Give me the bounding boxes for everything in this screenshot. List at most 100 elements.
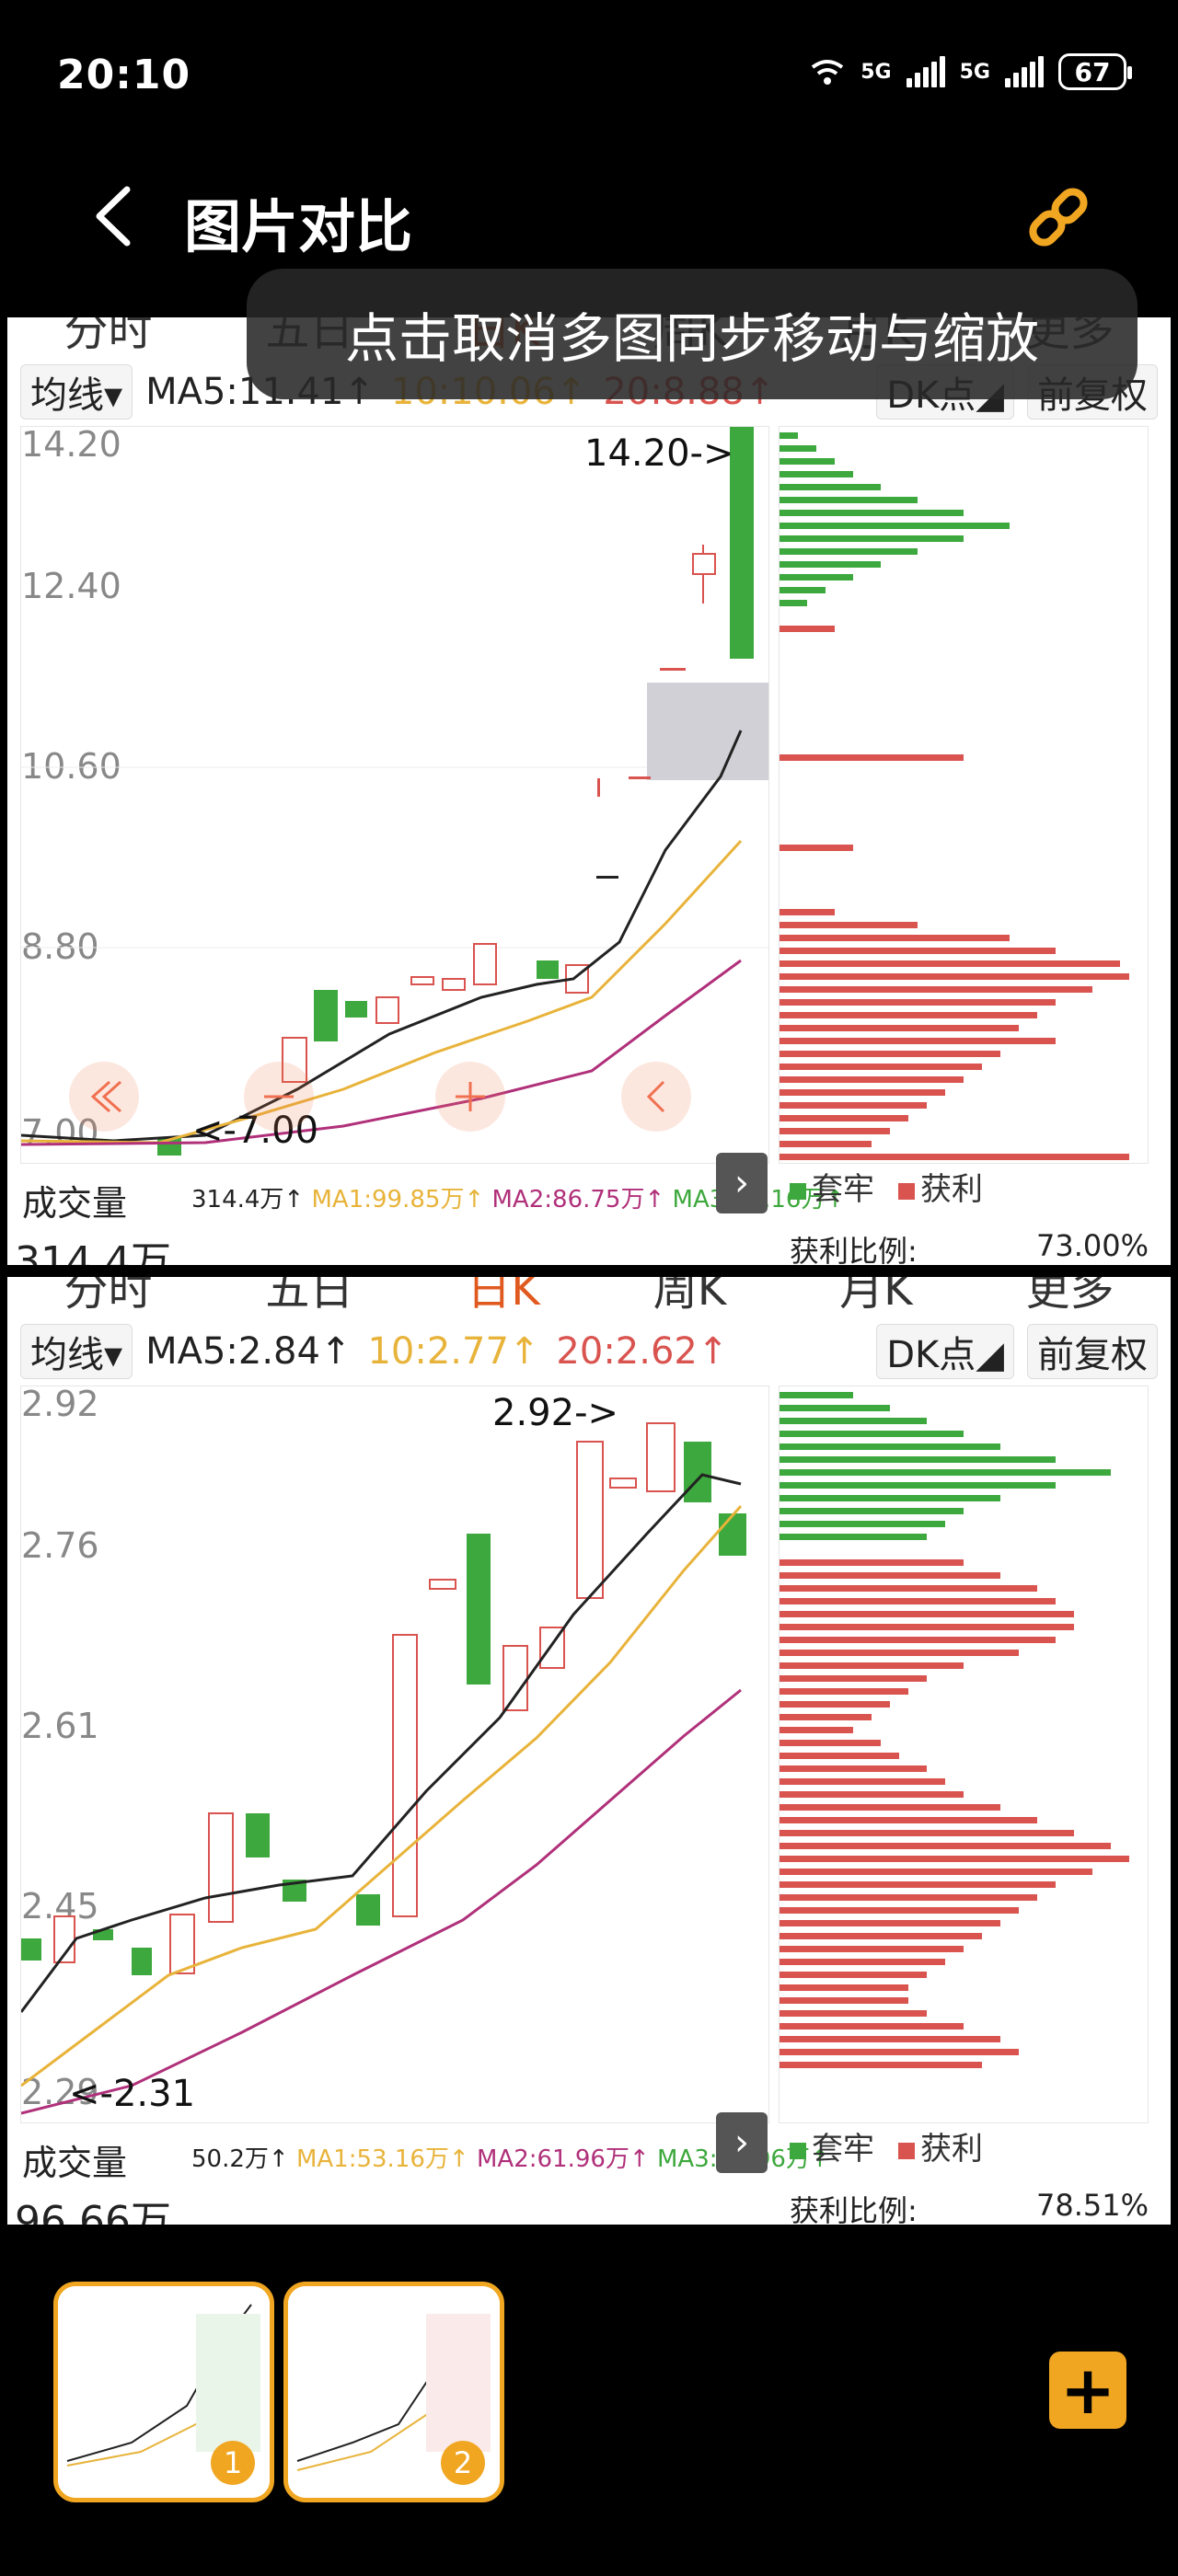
ma20-value: 20:2.62↑ bbox=[556, 1330, 729, 1373]
y-label: 2.92 bbox=[21, 1386, 99, 1424]
chip-bar bbox=[780, 1508, 964, 1514]
candle bbox=[246, 1813, 270, 1857]
ma5-line bbox=[21, 1473, 742, 2013]
chip-bar bbox=[780, 1443, 1000, 1450]
chip-bar bbox=[780, 1392, 853, 1398]
add-button[interactable]: + bbox=[1049, 2352, 1126, 2429]
thumbnail-1[interactable]: 1 bbox=[53, 2282, 274, 2502]
chip-distribution-1 bbox=[779, 426, 1149, 1164]
candle bbox=[597, 778, 600, 797]
tab-rik[interactable]: 日K bbox=[467, 1277, 539, 1321]
tab-yuek[interactable]: 月K bbox=[839, 1277, 912, 1321]
chip-bar bbox=[780, 754, 964, 761]
candle bbox=[21, 1938, 41, 1961]
chip-bar bbox=[780, 1482, 1056, 1489]
chip-bar bbox=[780, 523, 1010, 529]
chip-bar bbox=[780, 1559, 964, 1566]
candle bbox=[576, 1441, 604, 1599]
dk-select[interactable]: DK点◢ bbox=[876, 1324, 1014, 1379]
chip-bar bbox=[780, 909, 835, 915]
candle bbox=[208, 1812, 234, 1923]
chip-bar bbox=[780, 1675, 927, 1682]
status-bar: 20:10 5G 5G 67 bbox=[0, 0, 1178, 156]
back-arrow-icon[interactable] bbox=[92, 184, 134, 248]
chip-legend: 套牢 获利 bbox=[790, 2123, 983, 2168]
chip-bar bbox=[780, 999, 1056, 1006]
legend-profit: 获利 bbox=[920, 1171, 983, 1208]
ma-select[interactable]: 均线▾ bbox=[20, 1324, 133, 1379]
ma-select[interactable]: 均线▾ bbox=[20, 364, 133, 420]
ma-row: 均线▾ MA5:2.84↑ 10:2.77↑ 20:2.62↑ DK点◢ 前复权 bbox=[7, 1323, 1171, 1380]
vol-ma0: 50.2万↑ bbox=[191, 2145, 289, 2173]
candle bbox=[629, 776, 651, 779]
chip-bar bbox=[780, 1804, 1000, 1811]
kline-chart-1[interactable]: 14.20 12.40 10.60 8.80 7.00 14.20-> <-7.… bbox=[20, 426, 769, 1164]
chip-bar bbox=[780, 1102, 927, 1109]
chip-bar bbox=[780, 1843, 1111, 1849]
chip-bar bbox=[780, 471, 853, 477]
chip-bar bbox=[780, 1856, 1129, 1862]
chart-panel-2[interactable]: 分时 五日 日K 周K 月K 更多 均线▾ MA5:2.84↑ 10:2.77↑… bbox=[7, 1277, 1171, 2225]
thumbnail-index: 2 bbox=[441, 2441, 485, 2485]
y-label: 2.61 bbox=[21, 1706, 99, 1746]
chip-bar bbox=[780, 845, 853, 851]
profit-ratio-label: 获利比例: bbox=[790, 1234, 918, 1265]
candle bbox=[410, 976, 434, 985]
candle bbox=[467, 1534, 491, 1685]
chip-bar bbox=[780, 1778, 945, 1785]
candle bbox=[429, 1579, 456, 1590]
fq-select[interactable]: 前复权 bbox=[1027, 1324, 1158, 1379]
thumbnail-strip: 1 2 bbox=[0, 2272, 1178, 2512]
ma10-value: 10:2.77↑ bbox=[367, 1330, 540, 1373]
profit-ratio-value: 73.00% bbox=[1035, 1228, 1149, 1263]
tab-fenshi[interactable]: 分时 bbox=[64, 317, 152, 362]
chip-bar bbox=[780, 1920, 1000, 1926]
chip-bar bbox=[780, 2010, 927, 2017]
chip-bar bbox=[780, 1051, 1000, 1057]
tab-wuri[interactable]: 五日 bbox=[265, 1277, 353, 1321]
vol-ma1: MA1:99.85万↑ bbox=[311, 1186, 485, 1213]
tab-zhouk[interactable]: 周K bbox=[653, 1277, 726, 1321]
link-sync-icon[interactable] bbox=[1022, 180, 1095, 254]
tab-more[interactable]: 更多 bbox=[1025, 1277, 1114, 1321]
candle bbox=[609, 1478, 637, 1489]
chip-bar bbox=[780, 1933, 982, 1939]
volume-label[interactable]: 成交量 bbox=[22, 2134, 127, 2185]
candle bbox=[502, 1645, 528, 1711]
chip-bar bbox=[780, 458, 835, 465]
chip-bar bbox=[780, 1637, 1056, 1643]
tab-fenshi[interactable]: 分时 bbox=[64, 1277, 152, 1321]
chip-bar bbox=[780, 1959, 945, 1965]
candle bbox=[345, 1001, 367, 1018]
high-label: 2.92-> bbox=[492, 1392, 618, 1434]
battery-icon: 67 bbox=[1058, 53, 1132, 90]
profit-ratio-value: 78.51% bbox=[1035, 2188, 1149, 2223]
page-title: 图片对比 bbox=[184, 193, 413, 260]
chip-bar bbox=[780, 1714, 872, 1720]
candle bbox=[356, 1894, 380, 1926]
chart-panel-1[interactable]: 分时 五日 日K 周K 月K 更多 均线▾ MA5:11.41↑ 10:10.0… bbox=[7, 317, 1171, 1265]
thumbnail-2[interactable]: 2 bbox=[283, 2282, 504, 2502]
battery-level: 67 bbox=[1074, 56, 1111, 87]
network-5g-label-2: 5G bbox=[959, 60, 990, 84]
next-button[interactable]: › bbox=[716, 2112, 768, 2173]
kline-chart-2[interactable]: 2.92 2.76 2.61 2.45 2.29 2.92-> <-2.31 bbox=[20, 1386, 769, 2123]
y-label: 8.80 bbox=[21, 926, 99, 967]
candle bbox=[660, 668, 686, 671]
volume-label[interactable]: 成交量 bbox=[22, 1175, 127, 1225]
next-button[interactable]: › bbox=[716, 1153, 768, 1213]
chip-bar bbox=[780, 1611, 1074, 1617]
chip-bar bbox=[780, 1984, 908, 1991]
chip-bar bbox=[780, 587, 826, 593]
chip-bar bbox=[780, 1115, 908, 1121]
y-label: 10.60 bbox=[21, 746, 121, 787]
chip-bar bbox=[780, 1128, 890, 1134]
move-left-icon[interactable] bbox=[621, 1062, 691, 1132]
chip-bar bbox=[780, 1740, 881, 1746]
profit-ratio: 获利比例: 78.51% bbox=[790, 2188, 1149, 2225]
chip-bar bbox=[780, 1688, 908, 1695]
ma10-line bbox=[21, 1505, 743, 2087]
chip-bar bbox=[780, 1038, 1056, 1044]
chip-bar bbox=[780, 960, 1120, 967]
sync-toast[interactable]: 点击取消多图同步移动与缩放 bbox=[247, 269, 1138, 399]
